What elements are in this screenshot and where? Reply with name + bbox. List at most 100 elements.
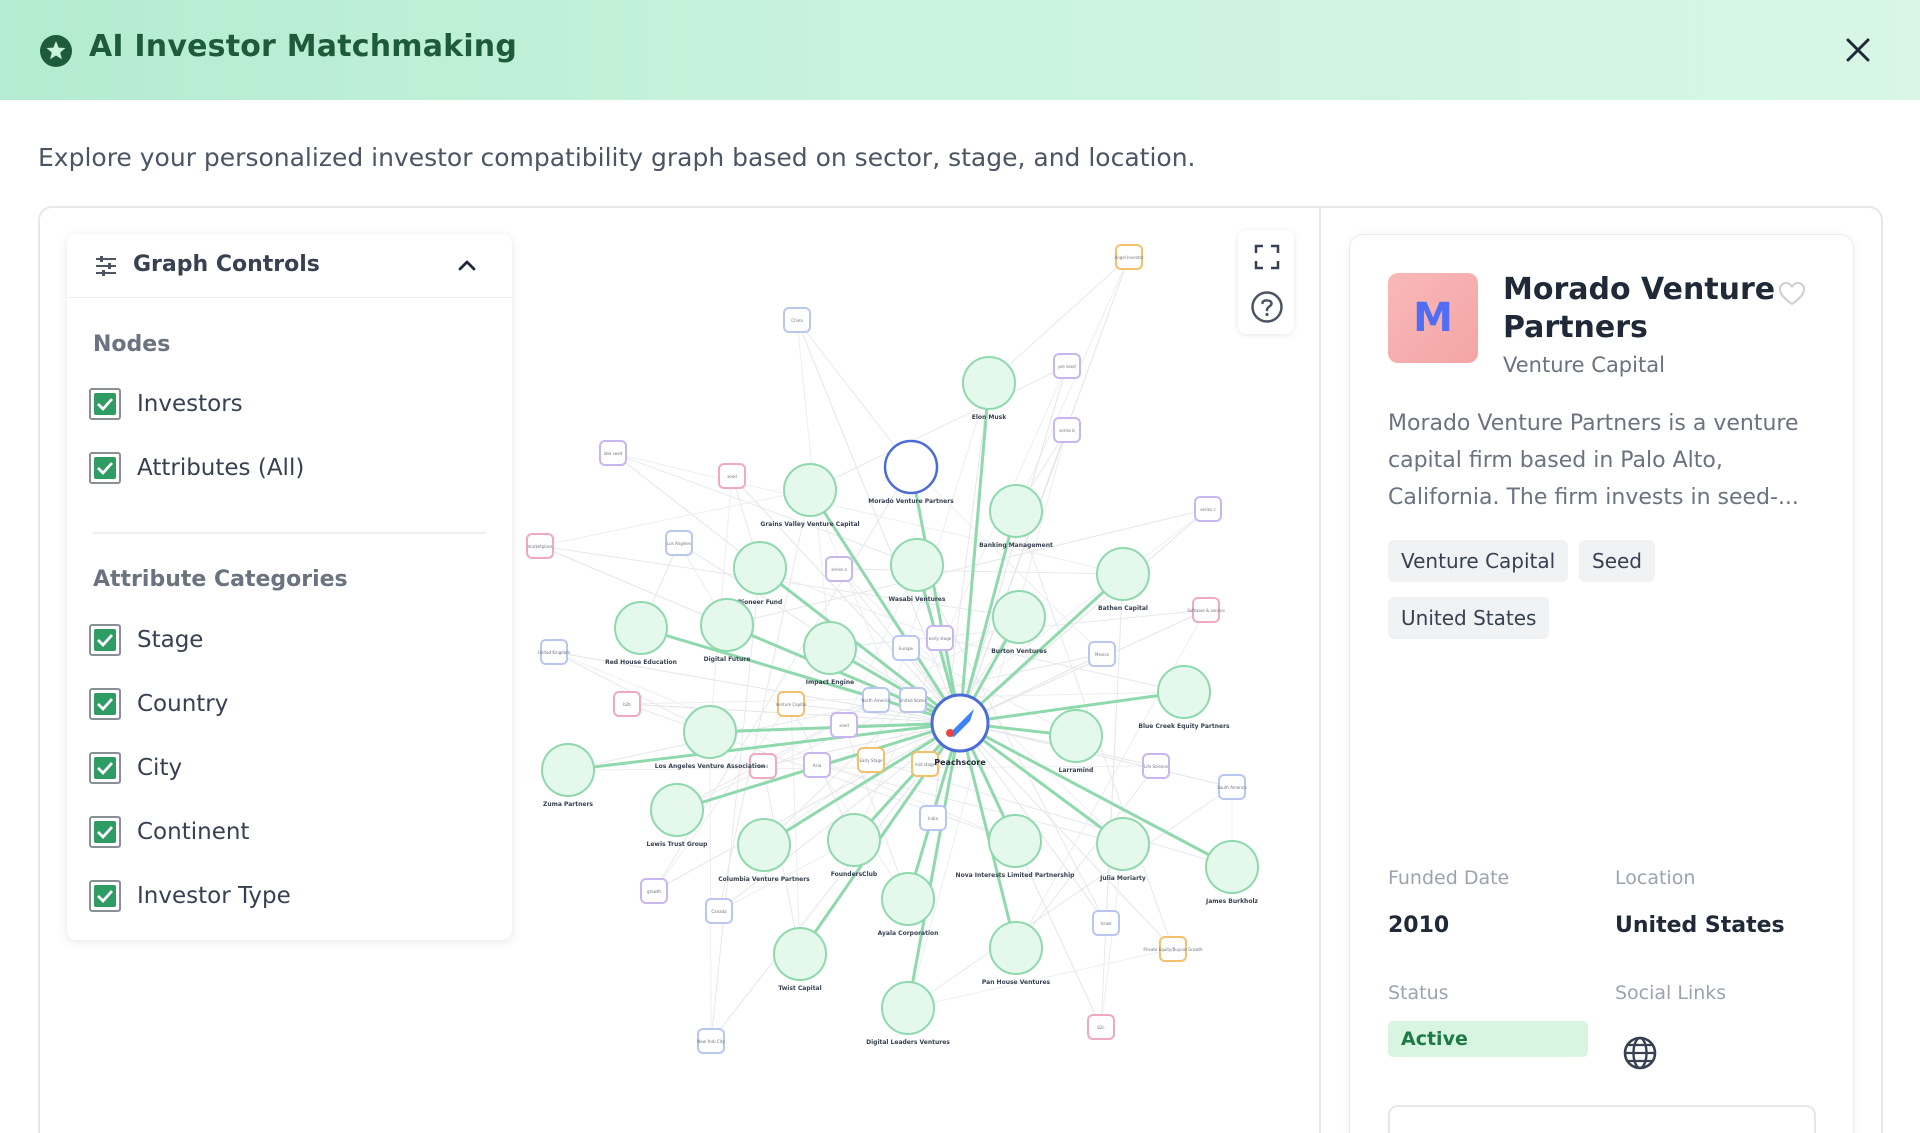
graph-investor-node[interactable] xyxy=(737,818,791,872)
graph-investor-node[interactable] xyxy=(1049,709,1103,763)
graph-investor-node[interactable] xyxy=(1096,817,1150,871)
checkbox-box[interactable] xyxy=(89,452,121,484)
graph-investor-node[interactable] xyxy=(988,814,1042,868)
graph-edge-faint xyxy=(709,731,712,1042)
graph-investor-node[interactable] xyxy=(541,743,595,797)
graph-edge-faint xyxy=(809,365,1068,491)
graph-attribute-label: North America xyxy=(862,698,892,703)
graph-attribute-label: China xyxy=(791,318,803,323)
checkbox-label: City xyxy=(137,755,183,781)
avatar: M xyxy=(1388,273,1478,363)
tag-venture-capital: Venture Capital xyxy=(1388,540,1569,582)
investor-graph[interactable]: Angel Investor China pre seed series b late … xyxy=(520,230,1310,1133)
globe-icon[interactable] xyxy=(1622,1035,1658,1071)
graph-attribute-label: pre seed xyxy=(1058,364,1076,369)
checkbox-box[interactable] xyxy=(89,816,121,848)
graph-edge-faint xyxy=(1015,256,1130,512)
checkbox-stage[interactable]: Stage xyxy=(89,622,203,658)
help-icon[interactable] xyxy=(1250,290,1284,324)
graph-toolbar xyxy=(1238,230,1294,334)
checkbox-box[interactable] xyxy=(89,688,121,720)
graph-investor-node[interactable] xyxy=(1157,665,1211,719)
graph-attribute-label: b2b xyxy=(623,702,631,707)
graph-investor-label: Blue Creek Equity Partners xyxy=(1138,723,1230,730)
graph-investor-label: Lewis Trust Group xyxy=(647,841,709,848)
graph-investor-label: Twist Capital xyxy=(778,985,821,992)
graph-investor-node[interactable] xyxy=(700,598,754,652)
graph-investor-label: Digital Leaders Ventures xyxy=(866,1039,950,1046)
graph-attribute-label: Los Angeles xyxy=(667,541,691,546)
graph-investor-node[interactable] xyxy=(650,783,704,837)
checkbox-label: Investors xyxy=(137,391,243,417)
graph-attribute-label: Europe xyxy=(899,646,914,651)
graph-investor-node[interactable] xyxy=(614,601,668,655)
graph-investor-label: Pan House Ventures xyxy=(982,979,1051,986)
graph-investor-label: Burton Ventures xyxy=(991,648,1047,655)
graph-investor-node[interactable] xyxy=(992,590,1046,644)
graph-investor-label: Grains Valley Venture Capital xyxy=(760,521,859,528)
checkbox-continent[interactable]: Continent xyxy=(89,814,249,850)
checkbox-attributes-all[interactable]: Attributes (All) xyxy=(89,450,304,486)
graph-attribute-label: series c xyxy=(1200,507,1215,512)
graph-attribute-label: series b xyxy=(1059,428,1075,433)
graph-investor-label: Los Angeles Venture Association xyxy=(655,763,765,770)
checkbox-label: Country xyxy=(137,691,229,717)
graph-attribute-label: United States xyxy=(899,698,926,703)
checkbox-country[interactable]: Country xyxy=(89,686,228,722)
graph-investor-node[interactable] xyxy=(989,921,1043,975)
checkbox-box[interactable] xyxy=(89,880,121,912)
status-label: Status xyxy=(1388,982,1449,1004)
tag-united-states: United States xyxy=(1388,597,1550,639)
graph-investor-node[interactable] xyxy=(803,621,857,675)
graph-investor-node[interactable] xyxy=(890,538,944,592)
graph-attribute-label: marketplace xyxy=(528,544,553,549)
investor-description: Morado Venture Partners is a venture cap… xyxy=(1388,411,1799,510)
graph-investor-node[interactable] xyxy=(1205,840,1259,894)
checkbox-label: Investor Type xyxy=(137,883,291,909)
graph-investor-node[interactable] xyxy=(881,872,935,926)
checkbox-city[interactable]: City xyxy=(89,750,182,786)
graph-controls-header[interactable]: Graph Controls xyxy=(67,234,512,298)
graph-attribute-label: mid stage xyxy=(915,762,935,767)
graph-attribute-label: b2c xyxy=(1097,1025,1104,1030)
status-badge: Active xyxy=(1388,1021,1588,1057)
close-icon[interactable] xyxy=(1842,34,1874,66)
graph-attribute-label: Venture Capital xyxy=(776,702,807,707)
graph-investor-node[interactable] xyxy=(827,813,881,867)
graph-investor-label: Banking Management xyxy=(979,542,1053,549)
graph-investor-label: Elon Musk xyxy=(972,414,1007,421)
graph-investor-label: Julia Moriarty xyxy=(1099,875,1146,882)
graph-attribute-label: growth xyxy=(647,889,661,894)
checkbox-investor-type[interactable]: Investor Type xyxy=(89,878,291,914)
checkbox-box[interactable] xyxy=(89,624,121,656)
checkbox-investors[interactable]: Investors xyxy=(89,386,243,422)
graph-attribute-label: late seed xyxy=(604,451,623,456)
graph-investor-label: Morado Venture Partners xyxy=(868,498,954,505)
graph-investor-node[interactable] xyxy=(733,541,787,595)
graph-investor-node[interactable] xyxy=(962,356,1016,410)
graph-attribute-label: Private Equity/Buyout Growth xyxy=(1143,947,1203,952)
fullscreen-icon[interactable] xyxy=(1254,244,1280,270)
graph-attribute-label: series a xyxy=(831,567,847,572)
sliders-icon xyxy=(96,256,116,276)
funded-date-label: Funded Date xyxy=(1388,867,1510,889)
checkbox-box[interactable] xyxy=(89,388,121,420)
graph-investor-node[interactable] xyxy=(773,927,827,981)
graph-investor-label: Ayala Corporation xyxy=(878,930,939,937)
graph-edge-faint xyxy=(612,452,1124,575)
graph-investor-node[interactable] xyxy=(883,439,939,495)
checkbox-box[interactable] xyxy=(89,752,121,784)
graph-investor-node[interactable] xyxy=(1096,547,1150,601)
rocket-flame xyxy=(946,729,954,737)
location-value: United States xyxy=(1615,913,1785,938)
graph-investor-label: James Burkholz xyxy=(1205,898,1259,905)
graph-investor-node[interactable] xyxy=(683,705,737,759)
graph-investor-node[interactable] xyxy=(881,981,935,1035)
graph-investor-node[interactable] xyxy=(783,463,837,517)
graph-investor-node[interactable] xyxy=(989,484,1043,538)
graph-attribute-label: Early Stage xyxy=(860,758,883,763)
heart-icon[interactable] xyxy=(1778,281,1806,307)
investor-type: Venture Capital xyxy=(1503,353,1665,377)
chevron-up-icon[interactable] xyxy=(455,254,479,278)
tag-seed: Seed xyxy=(1579,540,1655,582)
